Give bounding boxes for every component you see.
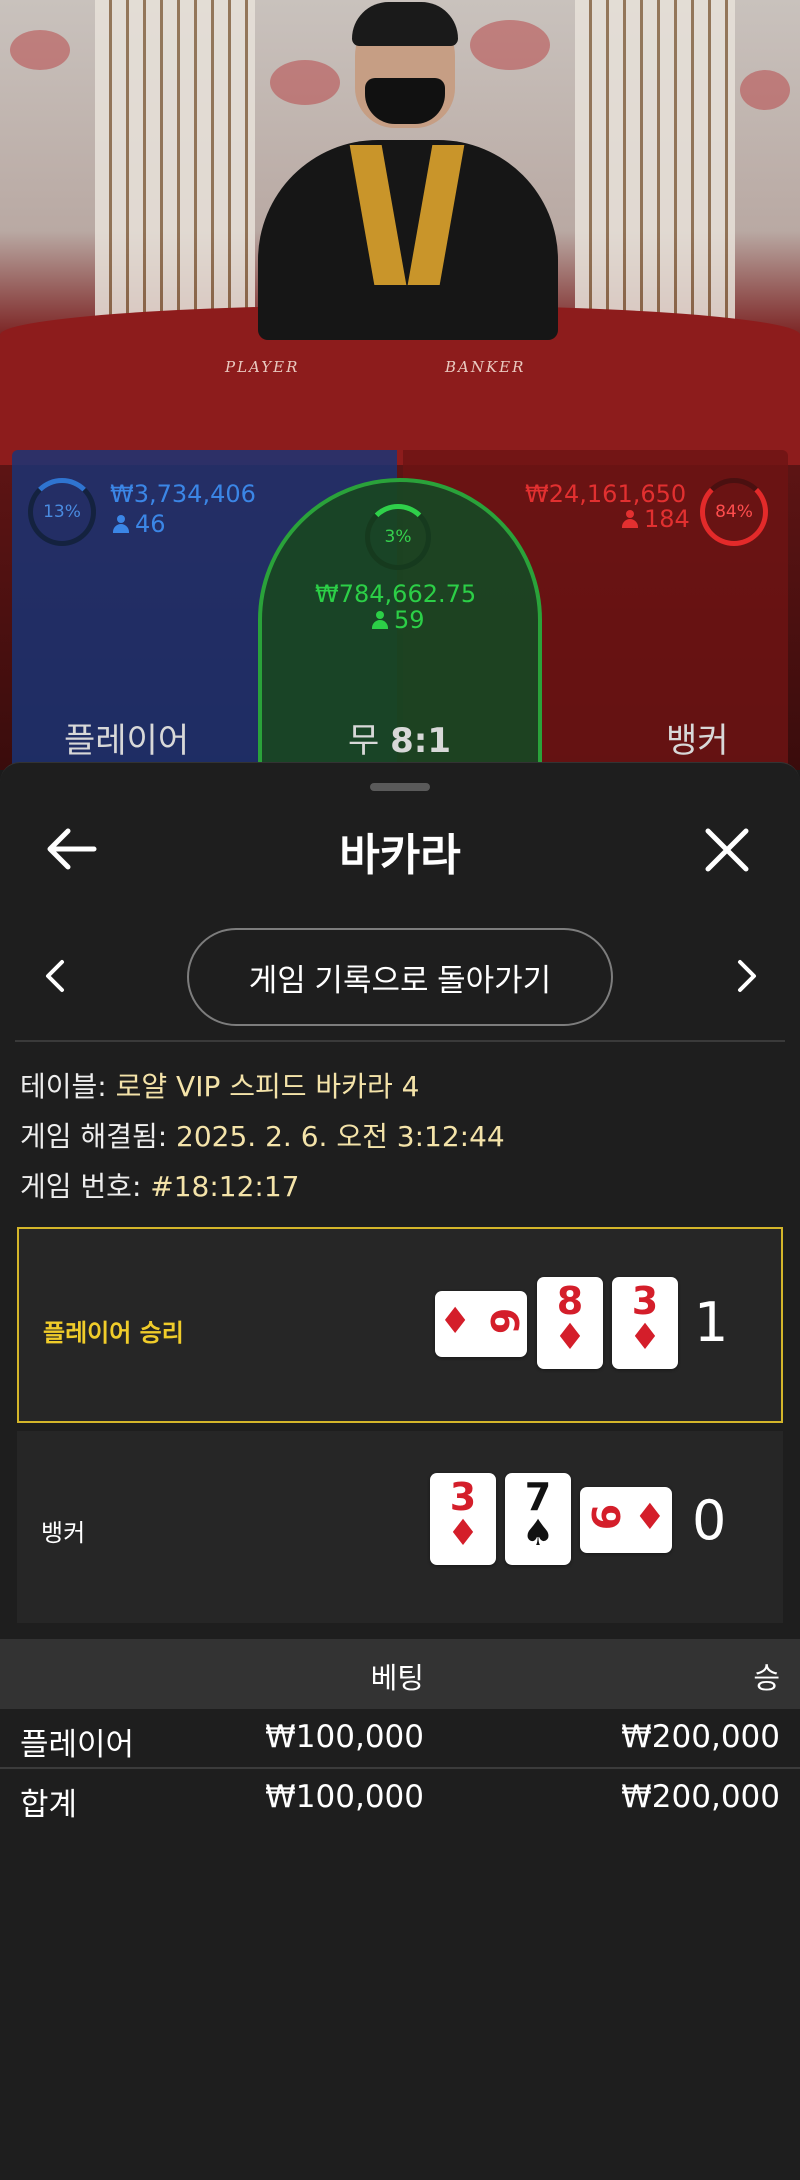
- tie-percent-ring: 3%: [365, 504, 431, 570]
- live-video-area: PLAYER BANKER 13% 84% 3% ₩3,734,406 46 ₩…: [0, 0, 800, 770]
- game-resolved-value: 2025. 2. 6. 오전 3:12:44: [176, 1120, 505, 1153]
- tie-count: 59: [372, 606, 425, 634]
- tie-count-value: 59: [394, 606, 425, 634]
- blossom-decoration: [740, 70, 790, 110]
- game-resolved-line: 게임 해결됨: 2025. 2. 6. 오전 3:12:44: [20, 1115, 505, 1155]
- card-rank: 6: [585, 1503, 630, 1531]
- banker-percent: 84%: [715, 502, 753, 522]
- dealer-body: [258, 140, 558, 340]
- felt-player-text: PLAYER: [225, 358, 300, 376]
- game-number-label: 게임 번호:: [20, 1170, 151, 1203]
- card-suit: ♦: [628, 1317, 662, 1358]
- blossom-decoration: [10, 30, 70, 70]
- lattice-screen-left: [95, 0, 255, 330]
- table-name-line: 테이블: 로얄 VIP 스피드 바카라 4: [20, 1065, 419, 1105]
- total-row: 합계 ₩100,000 ₩200,000: [0, 1769, 800, 1829]
- total-win-amount: ₩200,000: [621, 1779, 780, 1815]
- player-card-2: 8 ♦: [537, 1277, 603, 1369]
- player-percent-ring: 13%: [28, 478, 96, 546]
- bet-type-cell: 플레이어: [20, 1727, 135, 1763]
- tie-label: 무: [348, 721, 380, 761]
- blossom-decoration: [270, 60, 340, 105]
- win-amount-cell: ₩200,000: [621, 1719, 780, 1755]
- tie-percent: 3%: [384, 527, 412, 547]
- banker-percent-ring: 84%: [700, 478, 768, 546]
- person-icon: [622, 510, 638, 528]
- dealer-mask: [365, 78, 445, 124]
- card-rank: 6: [481, 1307, 526, 1335]
- card-suit: ♠: [521, 1513, 555, 1554]
- table-name-value: 로얄 VIP 스피드 바카라 4: [115, 1070, 420, 1103]
- previous-game-button[interactable]: [40, 956, 70, 996]
- divider: [15, 1040, 785, 1042]
- player-result-label: 플레이어 승리: [43, 1319, 184, 1347]
- win-column-header: 승: [753, 1661, 780, 1695]
- player-count-value: 46: [135, 510, 166, 538]
- tie-payout: 8:1: [390, 721, 452, 761]
- player-count: 46: [113, 510, 166, 538]
- total-bet-amount: ₩100,000: [265, 1779, 424, 1815]
- player-bet-amount: ₩3,734,406: [110, 480, 256, 508]
- blossom-decoration: [470, 20, 550, 70]
- lattice-screen-right: [575, 0, 735, 330]
- person-icon: [113, 515, 129, 533]
- banker-card-2: 7 ♠: [505, 1473, 571, 1565]
- player-zone-label: 플레이어: [64, 721, 190, 761]
- total-label: 합계: [20, 1787, 78, 1823]
- chevron-left-icon: [46, 960, 64, 992]
- table-name-label: 테이블:: [20, 1070, 116, 1103]
- close-icon: [705, 828, 749, 872]
- banker-result-row: 뱅커 3 ♦ 7 ♠ 6 ♦ 0: [17, 1431, 783, 1623]
- banker-count-value: 184: [644, 505, 690, 533]
- banker-result-label: 뱅커: [41, 1519, 86, 1547]
- card-suit: ♦: [553, 1317, 587, 1358]
- close-button[interactable]: [702, 825, 752, 875]
- next-game-button[interactable]: [732, 956, 762, 996]
- player-card-1: ♦ 6: [435, 1291, 527, 1357]
- game-resolved-label: 게임 해결됨:: [20, 1120, 177, 1153]
- game-number-value: #18:12:17: [150, 1170, 300, 1203]
- player-score: 1: [694, 1291, 729, 1354]
- bet-amount-cell: ₩100,000: [265, 1719, 424, 1755]
- tie-bet-amount: ₩784,662.75: [315, 580, 477, 608]
- banker-score: 0: [692, 1489, 727, 1552]
- felt-banker-text: BANKER: [445, 358, 526, 376]
- bets-table: 베팅 승 플레이어 ₩100,000 ₩200,000 합계 ₩100,000 …: [0, 1639, 800, 1829]
- tie-zone-label: 무 8:1: [348, 713, 451, 762]
- table-row: 플레이어 ₩100,000 ₩200,000: [0, 1709, 800, 1769]
- return-to-history-button[interactable]: 게임 기록으로 돌아가기: [187, 928, 613, 1026]
- drag-handle[interactable]: [370, 783, 430, 791]
- game-history-sheet: 바카라 게임 기록으로 돌아가기 테이블: 로얄 VIP 스피드 바카라 4 게…: [0, 762, 800, 2180]
- sheet-title: 바카라: [339, 830, 461, 881]
- dealer-hair: [352, 2, 458, 46]
- player-percent: 13%: [43, 502, 81, 522]
- person-icon: [372, 611, 388, 629]
- banker-bet-amount: ₩24,161,650: [525, 480, 687, 508]
- banker-zone-label: 뱅커: [666, 721, 729, 761]
- game-number-line: 게임 번호: #18:12:17: [20, 1165, 300, 1205]
- player-result-row: 플레이어 승리 ♦ 6 8 ♦ 3 ♦ 1: [17, 1227, 783, 1423]
- banker-card-3: 6 ♦: [580, 1487, 672, 1553]
- banker-count: 184: [622, 505, 690, 533]
- card-suit: ♦: [439, 1301, 472, 1342]
- player-card-3: 3 ♦: [612, 1277, 678, 1369]
- chevron-right-icon: [738, 960, 756, 992]
- card-suit: ♦: [633, 1497, 666, 1538]
- card-suit: ♦: [446, 1513, 480, 1554]
- banker-card-1: 3 ♦: [430, 1473, 496, 1565]
- bets-table-header: 베팅 승: [0, 1639, 800, 1709]
- bet-column-header: 베팅: [370, 1661, 424, 1695]
